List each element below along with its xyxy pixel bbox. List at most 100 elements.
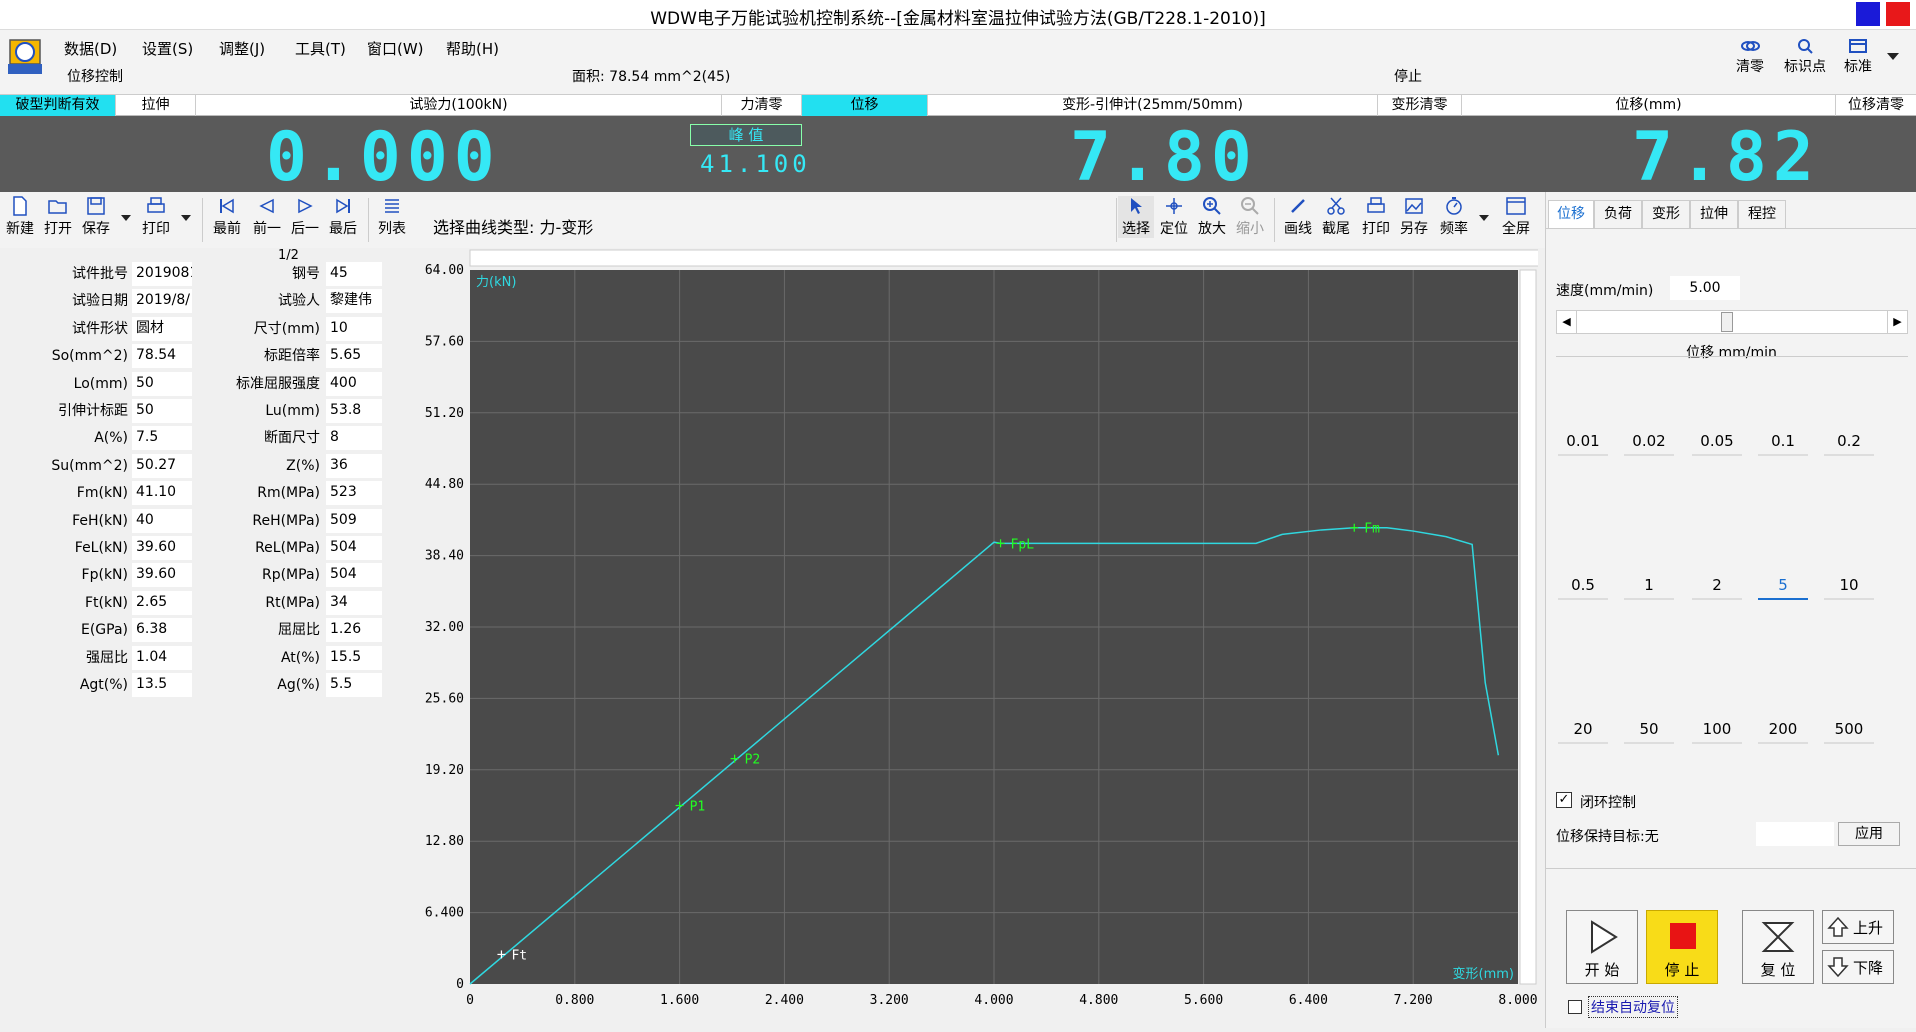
zoom-out-button[interactable]: 缩小 bbox=[1232, 196, 1268, 238]
param-value[interactable]: 2.65 bbox=[132, 590, 192, 615]
param-value[interactable]: 53.8 bbox=[326, 399, 382, 423]
param-value[interactable]: 50 bbox=[132, 399, 192, 423]
deform-zero-button[interactable]: 变形清零 bbox=[1378, 95, 1462, 116]
vertical-scrollbar[interactable] bbox=[1519, 269, 1537, 985]
new-button[interactable]: 新建 bbox=[2, 196, 38, 238]
next-record-button[interactable]: 后一 bbox=[286, 196, 324, 238]
print-dropdown-icon[interactable] bbox=[180, 214, 192, 222]
frequency-button[interactable]: 频率 bbox=[1436, 196, 1472, 238]
speed-preset-button[interactable]: 50 bbox=[1624, 720, 1674, 744]
menu-window[interactable]: 窗口(W) bbox=[367, 38, 424, 59]
tab-load[interactable]: 负荷 bbox=[1594, 200, 1642, 228]
tab-tension[interactable]: 拉伸 bbox=[1690, 200, 1738, 228]
locate-tool-button[interactable]: 定位 bbox=[1156, 196, 1192, 238]
zoom-in-button[interactable]: 放大 bbox=[1194, 196, 1230, 238]
menu-help[interactable]: 帮助(H) bbox=[446, 38, 499, 59]
speed-preset-button[interactable]: 5 bbox=[1758, 576, 1808, 600]
param-value[interactable]: 7.5 bbox=[132, 426, 192, 451]
speed-preset-button[interactable]: 0.05 bbox=[1692, 432, 1742, 456]
reset-button[interactable]: 复 位 bbox=[1742, 910, 1814, 984]
apply-button[interactable]: 应用 bbox=[1838, 822, 1900, 846]
param-value[interactable]: 504 bbox=[326, 536, 382, 560]
menu-settings[interactable]: 设置(S) bbox=[142, 38, 193, 59]
param-value[interactable]: 50 bbox=[132, 371, 192, 396]
param-value[interactable]: 15.5 bbox=[326, 645, 382, 670]
tab-deformation[interactable]: 变形 bbox=[1642, 200, 1690, 228]
slider-right-arrow-icon[interactable]: ▶ bbox=[1887, 311, 1907, 333]
frequency-dropdown-icon[interactable] bbox=[1478, 214, 1490, 222]
chart-print-button[interactable]: 打印 bbox=[1358, 196, 1394, 238]
displacement-tab[interactable]: 位移 bbox=[802, 95, 928, 116]
menu-adjust[interactable]: 调整(J) bbox=[219, 38, 265, 59]
param-value[interactable]: 45 bbox=[326, 262, 382, 286]
minimize-button[interactable] bbox=[1856, 2, 1880, 26]
param-value[interactable]: 504 bbox=[326, 563, 382, 588]
disp-zero-button[interactable]: 位移清零 bbox=[1836, 95, 1916, 116]
param-value[interactable]: 圆材 bbox=[132, 316, 192, 341]
print-button[interactable]: 打印 bbox=[138, 196, 174, 238]
draw-line-button[interactable]: 画线 bbox=[1280, 196, 1316, 238]
open-button[interactable]: 打开 bbox=[40, 196, 76, 238]
save-dropdown-icon[interactable] bbox=[120, 214, 132, 222]
param-value[interactable]: 50.27 bbox=[132, 453, 192, 478]
param-value[interactable]: 40 bbox=[132, 508, 192, 533]
param-value[interactable]: 5.65 bbox=[326, 344, 382, 369]
speed-preset-button[interactable]: 0.02 bbox=[1624, 432, 1674, 456]
speed-input[interactable]: 5.00 bbox=[1670, 276, 1740, 300]
speed-preset-button[interactable]: 500 bbox=[1824, 720, 1874, 744]
param-value[interactable]: 36 bbox=[326, 453, 382, 478]
speed-preset-button[interactable]: 0.5 bbox=[1558, 576, 1608, 600]
chevron-down-icon[interactable] bbox=[1886, 52, 1900, 62]
fullscreen-button[interactable]: 全屏 bbox=[1496, 196, 1536, 238]
param-value[interactable]: 2019/8/ bbox=[132, 289, 192, 314]
select-tool-button[interactable]: 选择 bbox=[1118, 196, 1154, 238]
truncate-button[interactable]: 截尾 bbox=[1318, 196, 1354, 238]
force-deformation-chart[interactable]: 0 0.800 1.600 2.400 3.200 4.000 4.800 5.600 6.40… bbox=[410, 248, 1545, 1028]
curve-type-selector[interactable]: 选择曲线类型: 力-变形 bbox=[433, 214, 593, 238]
speed-preset-button[interactable]: 0.1 bbox=[1758, 432, 1808, 456]
auto-reset-checkbox[interactable] bbox=[1568, 1000, 1582, 1014]
force-zero-button[interactable]: 力清零 bbox=[722, 95, 802, 116]
up-button[interactable]: 上升 bbox=[1822, 910, 1894, 944]
closed-loop-checkbox[interactable]: ✓ bbox=[1556, 792, 1572, 808]
tab-displacement[interactable]: 位移 bbox=[1548, 200, 1594, 228]
slider-left-arrow-icon[interactable]: ◀ bbox=[1557, 311, 1577, 333]
param-value[interactable]: 78.54 bbox=[132, 344, 192, 369]
param-value[interactable]: 1.26 bbox=[326, 618, 382, 643]
param-value[interactable]: 6.38 bbox=[132, 618, 192, 643]
speed-preset-button[interactable]: 10 bbox=[1824, 576, 1874, 600]
param-value[interactable]: 34 bbox=[326, 590, 382, 615]
param-value[interactable]: 523 bbox=[326, 481, 382, 506]
save-as-button[interactable]: 另存 bbox=[1396, 196, 1432, 238]
param-value[interactable]: 400 bbox=[326, 371, 382, 396]
standard-button[interactable]: 标准 bbox=[1836, 38, 1880, 76]
speed-preset-button[interactable]: 2 bbox=[1692, 576, 1742, 600]
param-value[interactable]: 41.10 bbox=[132, 481, 192, 506]
menu-data[interactable]: 数据(D) bbox=[64, 38, 117, 59]
clear-button[interactable]: 清零 bbox=[1728, 38, 1772, 76]
menu-tools[interactable]: 工具(T) bbox=[295, 38, 346, 59]
last-record-button[interactable]: 最后 bbox=[324, 196, 362, 238]
list-button[interactable]: 列表 bbox=[374, 196, 410, 238]
tab-program[interactable]: 程控 bbox=[1738, 200, 1786, 228]
param-value[interactable]: 10 bbox=[326, 316, 382, 341]
param-value[interactable]: 39.60 bbox=[132, 536, 192, 560]
close-button[interactable] bbox=[1886, 2, 1910, 26]
speed-preset-button[interactable]: 100 bbox=[1692, 720, 1742, 744]
down-button[interactable]: 下降 bbox=[1822, 950, 1894, 984]
param-value[interactable]: 5.5 bbox=[326, 673, 382, 697]
horizontal-scrollbar[interactable] bbox=[469, 249, 1545, 267]
start-button[interactable]: 开 始 bbox=[1566, 910, 1638, 984]
param-value[interactable]: 8 bbox=[326, 426, 382, 451]
param-value[interactable]: 2019081 bbox=[132, 262, 192, 286]
slider-thumb[interactable] bbox=[1721, 312, 1733, 332]
first-record-button[interactable]: 最前 bbox=[208, 196, 246, 238]
param-value[interactable]: 13.5 bbox=[132, 673, 192, 697]
hold-target-input[interactable] bbox=[1756, 822, 1834, 846]
speed-slider[interactable]: ◀ ▶ bbox=[1556, 310, 1908, 334]
auto-reset-label[interactable]: 结束自动复位 bbox=[1588, 996, 1678, 1018]
param-value[interactable]: 1.04 bbox=[132, 645, 192, 670]
param-value[interactable]: 509 bbox=[326, 508, 382, 533]
save-button[interactable]: 保存 bbox=[78, 196, 114, 238]
speed-preset-button[interactable]: 1 bbox=[1624, 576, 1674, 600]
